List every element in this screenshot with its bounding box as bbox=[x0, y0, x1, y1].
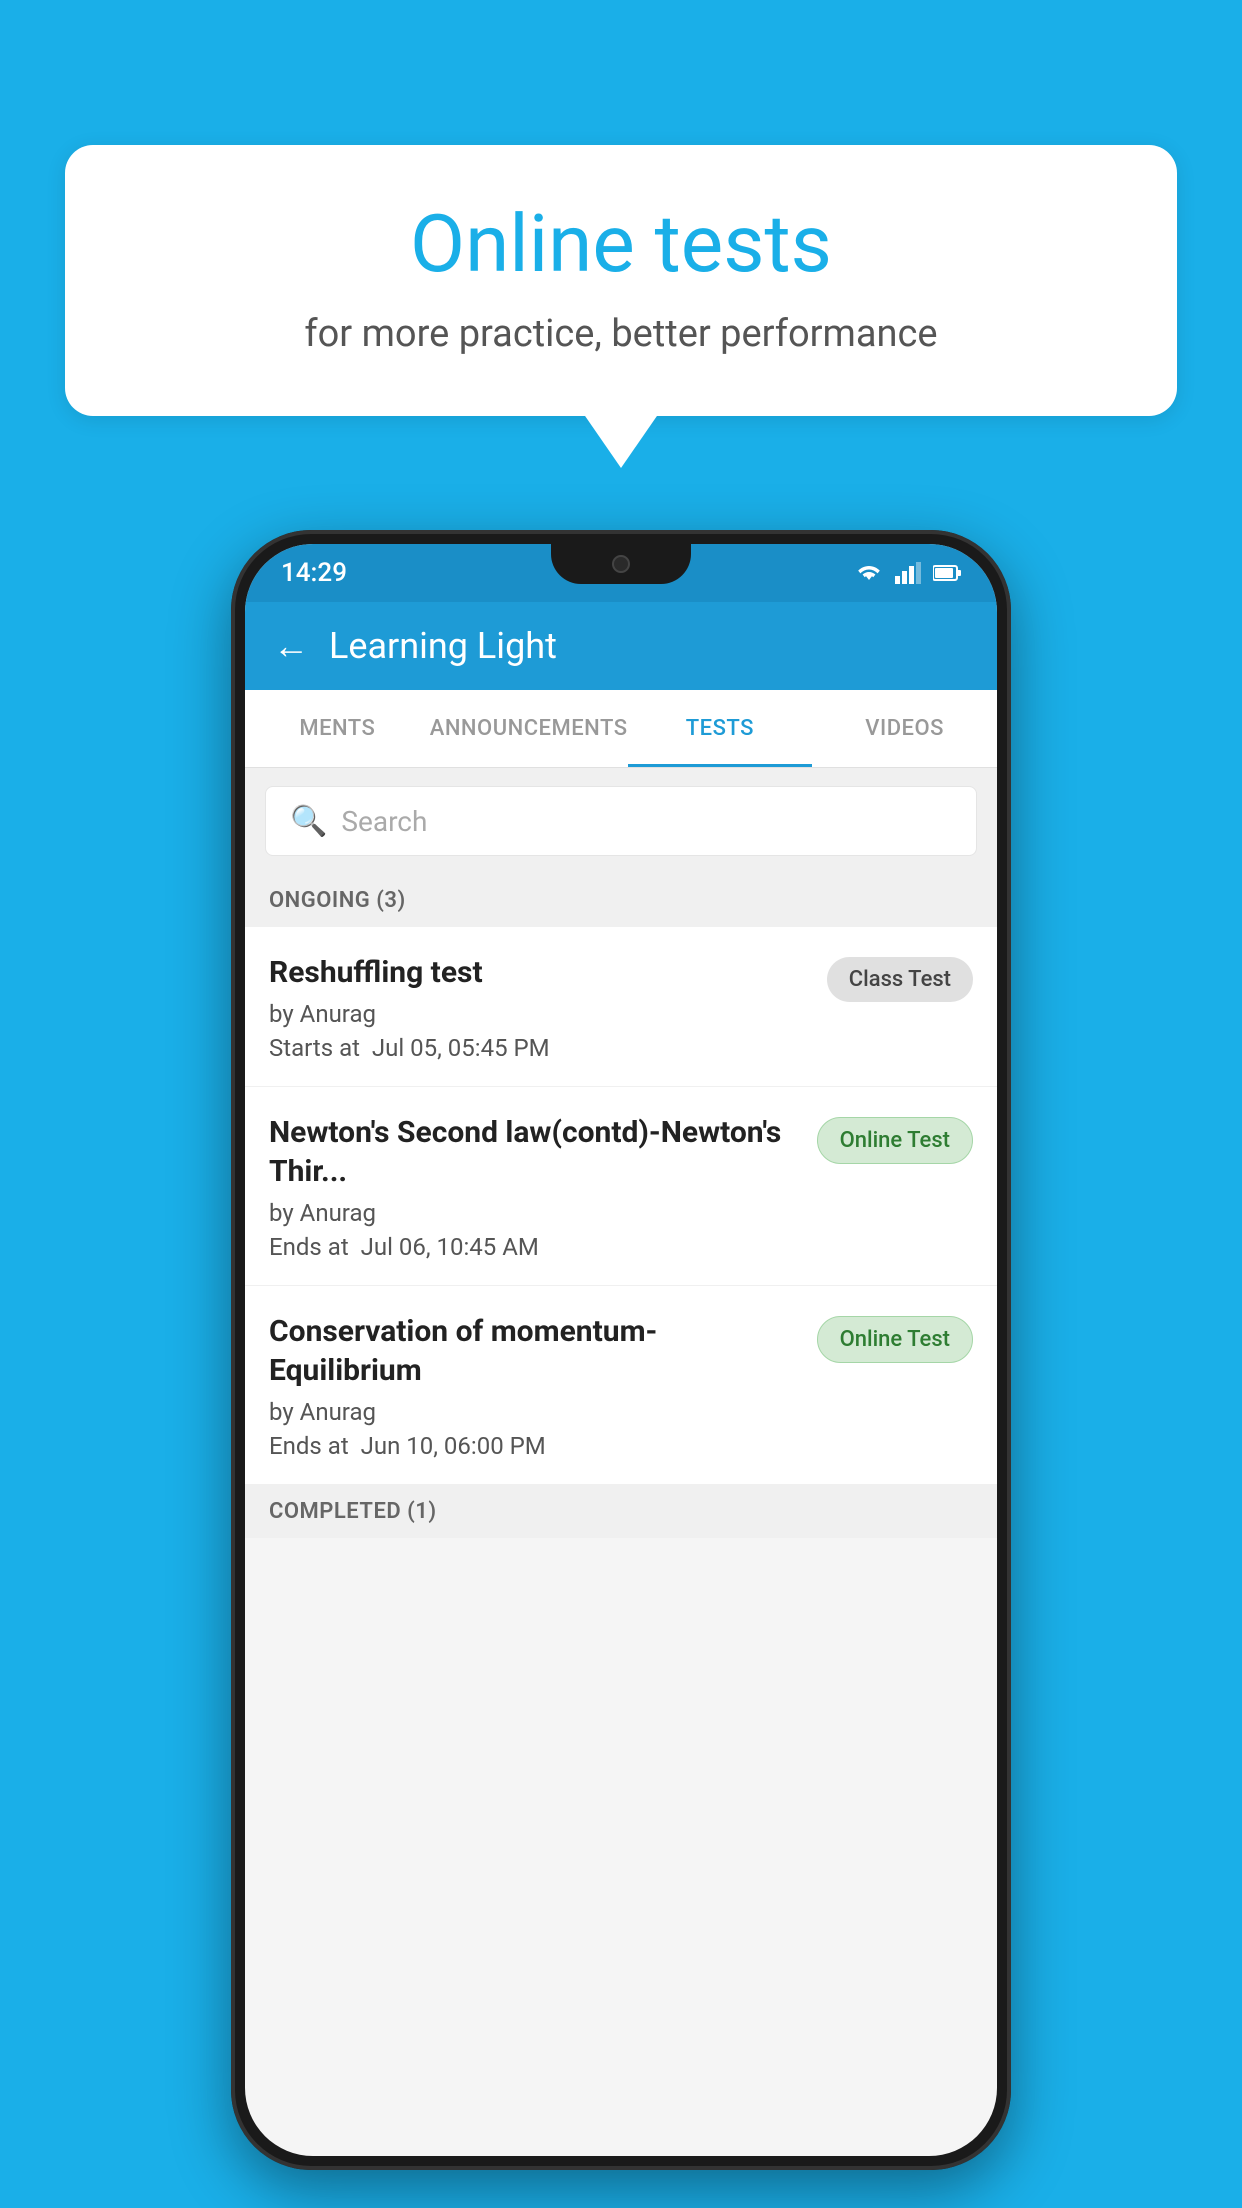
search-bar[interactable]: 🔍 Search bbox=[265, 786, 977, 856]
test-badge-3: Online Test bbox=[817, 1316, 973, 1363]
test-badge-2: Online Test bbox=[817, 1117, 973, 1164]
test-by-2: by Anurag bbox=[269, 1199, 805, 1227]
notch bbox=[551, 544, 691, 584]
test-by-1: by Anurag bbox=[269, 1000, 815, 1028]
status-icons bbox=[855, 562, 961, 584]
test-date-3: Ends at Jun 10, 06:00 PM bbox=[269, 1432, 805, 1460]
search-icon: 🔍 bbox=[290, 804, 327, 839]
tab-ments[interactable]: MENTS bbox=[245, 690, 430, 767]
speech-bubble: Online tests for more practice, better p… bbox=[65, 145, 1177, 416]
test-name-2: Newton's Second law(contd)-Newton's Thir… bbox=[269, 1113, 805, 1191]
test-info-3: Conservation of momentum-Equilibrium by … bbox=[269, 1312, 805, 1460]
camera bbox=[612, 555, 630, 573]
test-name-3: Conservation of momentum-Equilibrium bbox=[269, 1312, 805, 1390]
bubble-subtitle: for more practice, better performance bbox=[125, 312, 1117, 356]
tab-tests[interactable]: TESTS bbox=[628, 690, 813, 767]
test-date-2: Ends at Jul 06, 10:45 AM bbox=[269, 1233, 805, 1261]
test-item-3[interactable]: Conservation of momentum-Equilibrium by … bbox=[245, 1286, 997, 1485]
test-by-3: by Anurag bbox=[269, 1398, 805, 1426]
test-date-1: Starts at Jul 05, 05:45 PM bbox=[269, 1034, 815, 1062]
tab-announcements[interactable]: ANNOUNCEMENTS bbox=[430, 690, 628, 767]
app-title: Learning Light bbox=[329, 625, 557, 667]
tab-videos[interactable]: VIDEOS bbox=[812, 690, 997, 767]
app-header: ← Learning Light bbox=[245, 602, 997, 690]
test-item[interactable]: Reshuffling test by Anurag Starts at Jul… bbox=[245, 927, 997, 1087]
phone-mockup: 14:29 bbox=[231, 530, 1011, 2170]
bubble-title: Online tests bbox=[125, 200, 1117, 288]
test-info-1: Reshuffling test by Anurag Starts at Jul… bbox=[269, 953, 815, 1062]
phone-body: 14:29 bbox=[231, 530, 1011, 2170]
test-badge-1: Class Test bbox=[827, 957, 973, 1002]
battery-icon bbox=[933, 564, 961, 582]
status-bar: 14:29 bbox=[245, 544, 997, 602]
back-button[interactable]: ← bbox=[273, 628, 309, 664]
speech-bubble-container: Online tests for more practice, better p… bbox=[65, 145, 1177, 416]
ongoing-section-header: ONGOING (3) bbox=[245, 874, 997, 927]
status-time: 14:29 bbox=[281, 558, 347, 588]
phone-screen: 14:29 bbox=[245, 544, 997, 2156]
test-name-1: Reshuffling test bbox=[269, 953, 815, 992]
signal-icon bbox=[895, 562, 921, 584]
test-list: Reshuffling test by Anurag Starts at Jul… bbox=[245, 927, 997, 1485]
search-container: 🔍 Search bbox=[245, 768, 997, 874]
wifi-icon bbox=[855, 562, 883, 584]
tabs-bar: MENTS ANNOUNCEMENTS TESTS VIDEOS bbox=[245, 690, 997, 768]
search-placeholder: Search bbox=[341, 805, 427, 838]
test-info-2: Newton's Second law(contd)-Newton's Thir… bbox=[269, 1113, 805, 1261]
test-item-2[interactable]: Newton's Second law(contd)-Newton's Thir… bbox=[245, 1087, 997, 1286]
completed-section-header: COMPLETED (1) bbox=[245, 1485, 997, 1538]
